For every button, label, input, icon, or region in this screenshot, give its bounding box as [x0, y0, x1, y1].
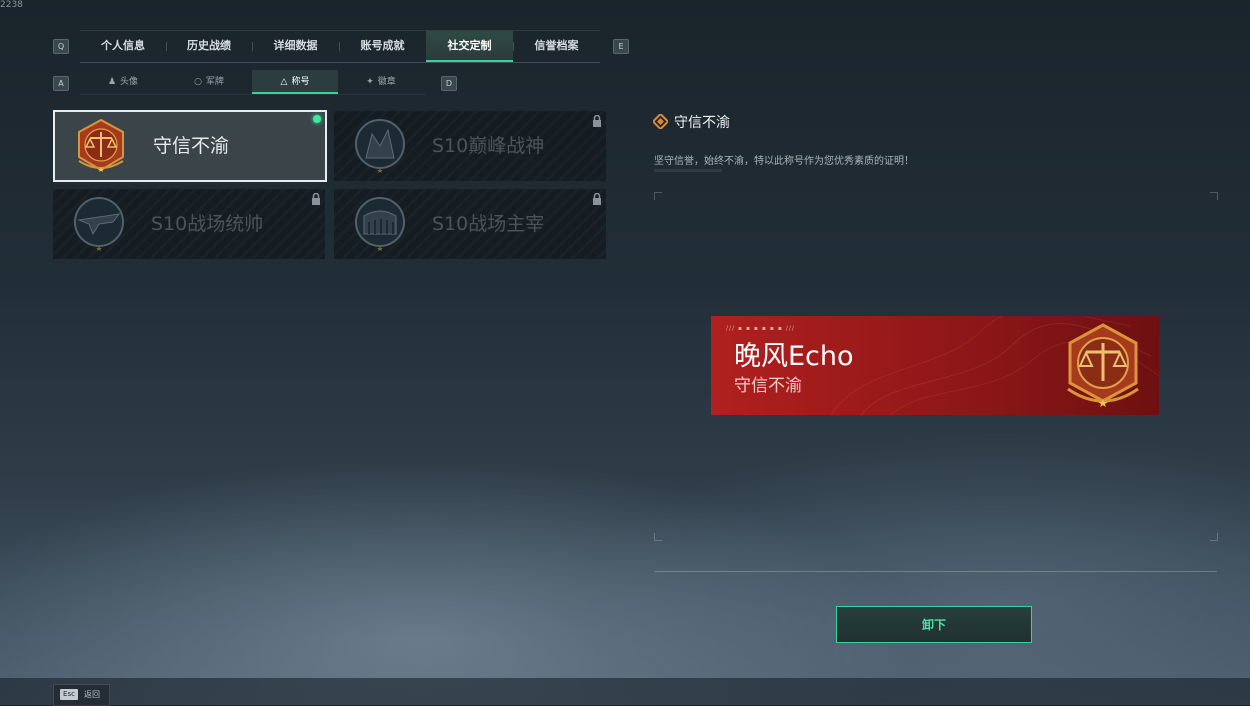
lock-icon	[593, 115, 601, 127]
triangle-icon: △	[280, 77, 288, 87]
frame-corner	[1210, 192, 1218, 200]
player-name: 晚风Echo	[734, 341, 854, 372]
title-card-name: 守信不渝	[153, 135, 230, 157]
sub-tab-bar: ♟ 头像 ○ 军牌 △ 称号 ✦ 徽章	[80, 70, 426, 95]
peak-emblem-icon	[355, 119, 405, 173]
key-hint-e: E	[613, 39, 629, 54]
key-hint-q: Q	[53, 39, 69, 54]
key-hint-a: A	[53, 76, 69, 91]
colosseum-emblem-icon	[355, 197, 405, 251]
detail-title: 守信不渝	[674, 115, 730, 131]
subtab-dogtag-label: 军牌	[205, 77, 224, 87]
unequip-button[interactable]: 卸下	[836, 606, 1032, 643]
diamond-icon	[653, 114, 668, 129]
scales-emblem-icon	[78, 118, 124, 172]
esc-key: Esc	[60, 689, 78, 700]
back-button[interactable]: Esc 返回	[53, 684, 110, 706]
build-number: 2238	[0, 0, 23, 10]
person-icon: ♟	[107, 77, 117, 87]
subtab-avatar[interactable]: ♟ 头像	[80, 70, 166, 94]
subtab-title-label: 称号	[291, 77, 310, 87]
tab-personal-info[interactable]: 个人信息	[80, 31, 166, 61]
title-card-s10-peak[interactable]: S10巅峰战神	[334, 111, 606, 181]
tab-social-custom[interactable]: 社交定制	[426, 31, 513, 62]
nameplate-preview: /// ▪ ▪ ▪ ▪ ▪ ▪ /// 晚风Echo 守信不渝	[711, 316, 1159, 415]
title-card-name: S10巅峰战神	[432, 135, 545, 157]
frame-corner	[654, 533, 662, 541]
subtab-title[interactable]: △ 称号	[252, 70, 338, 94]
subtab-dogtag[interactable]: ○ 军牌	[166, 70, 252, 94]
equipped-indicator	[313, 115, 321, 123]
description-underline	[654, 169, 722, 172]
emblem-icon: ✦	[366, 77, 374, 87]
tab-achievements[interactable]: 账号成就	[339, 31, 426, 61]
subtab-avatar-label: 头像	[120, 77, 139, 87]
panel-divider	[654, 571, 1217, 572]
top-tab-bar: 个人信息 历史战绩 详细数据 账号成就 社交定制 信誉档案	[80, 30, 600, 63]
title-card-name: S10战场主宰	[432, 213, 545, 235]
title-card-s10-dominator[interactable]: S10战场主宰	[334, 189, 606, 259]
frame-corner	[1210, 533, 1218, 541]
title-card-name: S10战场统帅	[151, 213, 264, 235]
scales-emblem-icon	[1067, 323, 1139, 407]
badge-icon: ○	[194, 77, 202, 87]
subtab-emblem-label: 徽章	[377, 77, 396, 87]
tab-match-history[interactable]: 历史战绩	[166, 31, 252, 61]
lock-icon	[593, 193, 601, 205]
subtab-emblem[interactable]: ✦ 徽章	[338, 70, 424, 94]
aircraft-emblem-icon	[74, 197, 124, 251]
detail-description: 坚守信誉，始终不渝，特以此称号作为您优秀素质的证明！	[654, 156, 914, 167]
nameplate-title: 守信不渝	[734, 376, 802, 396]
tab-reputation[interactable]: 信誉档案	[513, 31, 600, 61]
title-card-s10-commander[interactable]: S10战场统帅	[53, 189, 325, 259]
tab-detailed-stats[interactable]: 详细数据	[252, 31, 339, 61]
lock-icon	[312, 193, 320, 205]
key-hint-d: D	[441, 76, 457, 91]
title-card-shouxin[interactable]: 守信不渝	[53, 110, 327, 182]
back-label: 返回	[84, 690, 100, 699]
footer-bar	[0, 678, 1250, 705]
frame-corner	[654, 192, 662, 200]
